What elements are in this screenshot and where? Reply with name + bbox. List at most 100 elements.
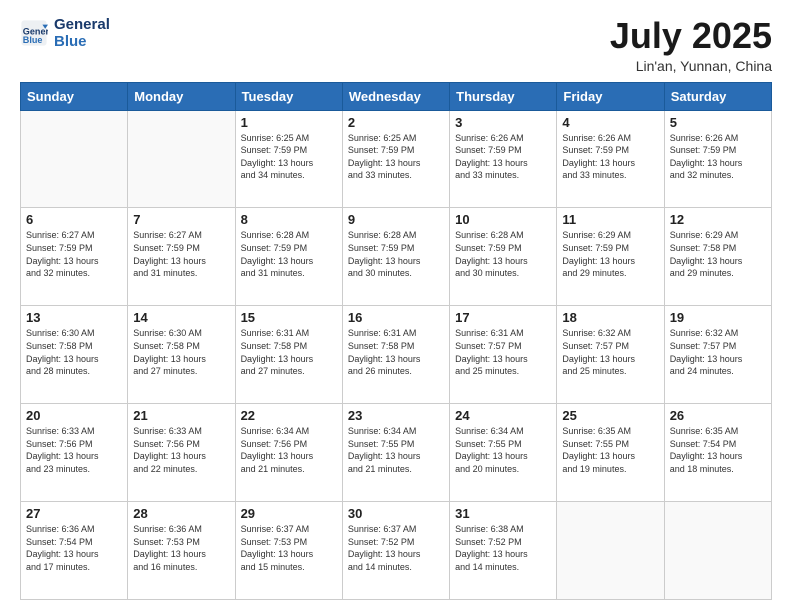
day-info: Sunrise: 6:34 AM Sunset: 7:55 PM Dayligh…	[348, 425, 444, 475]
title-block: July 2025 Lin'an, Yunnan, China	[610, 16, 772, 74]
header-friday: Friday	[557, 82, 664, 110]
day-cell: 21Sunrise: 6:33 AM Sunset: 7:56 PM Dayli…	[128, 404, 235, 502]
day-cell: 31Sunrise: 6:38 AM Sunset: 7:52 PM Dayli…	[450, 502, 557, 600]
location-subtitle: Lin'an, Yunnan, China	[610, 58, 772, 74]
day-number: 11	[562, 212, 658, 227]
day-number: 7	[133, 212, 229, 227]
day-info: Sunrise: 6:32 AM Sunset: 7:57 PM Dayligh…	[670, 327, 766, 377]
day-info: Sunrise: 6:33 AM Sunset: 7:56 PM Dayligh…	[133, 425, 229, 475]
day-info: Sunrise: 6:31 AM Sunset: 7:57 PM Dayligh…	[455, 327, 551, 377]
day-info: Sunrise: 6:32 AM Sunset: 7:57 PM Dayligh…	[562, 327, 658, 377]
day-info: Sunrise: 6:35 AM Sunset: 7:55 PM Dayligh…	[562, 425, 658, 475]
day-number: 16	[348, 310, 444, 325]
day-cell: 12 Sunrise: 6:29 AM Sunset: 7:58 PM Dayli…	[664, 208, 771, 306]
day-number: 15	[241, 310, 337, 325]
day-info: Sunrise: 6:37 AM Sunset: 7:52 PM Dayligh…	[348, 523, 444, 573]
day-info: Sunrise: 6:34 AM Sunset: 7:55 PM Dayligh…	[455, 425, 551, 475]
calendar-table: Sunday Monday Tuesday Wednesday Thursday…	[20, 82, 772, 600]
logo-text-blue: Blue	[54, 33, 110, 50]
day-cell: 11 Sunrise: 6:29 AM Sunset: 7:59 PM Dayli…	[557, 208, 664, 306]
day-number: 20	[26, 408, 122, 423]
day-number: 10	[455, 212, 551, 227]
day-cell: 29Sunrise: 6:37 AM Sunset: 7:53 PM Dayli…	[235, 502, 342, 600]
day-info: Sunrise: 6:27 AM Sunset: 7:59 PM Dayligh…	[133, 229, 229, 279]
weekday-header-row: Sunday Monday Tuesday Wednesday Thursday…	[21, 82, 772, 110]
day-number: 1	[241, 115, 337, 130]
day-number: 8	[241, 212, 337, 227]
day-cell: 22Sunrise: 6:34 AM Sunset: 7:56 PM Dayli…	[235, 404, 342, 502]
day-cell: 14Sunrise: 6:30 AM Sunset: 7:58 PM Dayli…	[128, 306, 235, 404]
day-number: 29	[241, 506, 337, 521]
day-number: 9	[348, 212, 444, 227]
day-number: 25	[562, 408, 658, 423]
day-info: Sunrise: 6:29 AM Sunset: 7:58 PM Dayligh…	[670, 229, 766, 279]
day-info: Sunrise: 6:28 AM Sunset: 7:59 PM Dayligh…	[348, 229, 444, 279]
day-cell	[21, 110, 128, 208]
day-info: Sunrise: 6:28 AM Sunset: 7:59 PM Dayligh…	[241, 229, 337, 279]
day-info: Sunrise: 6:26 AM Sunset: 7:59 PM Dayligh…	[670, 132, 766, 182]
day-cell: 3Sunrise: 6:26 AM Sunset: 7:59 PM Daylig…	[450, 110, 557, 208]
day-cell: 30 Sunrise: 6:37 AM Sunset: 7:52 PM Dayli…	[342, 502, 449, 600]
day-cell: 7 Sunrise: 6:27 AM Sunset: 7:59 PM Daylig…	[128, 208, 235, 306]
day-cell: 10 Sunrise: 6:28 AM Sunset: 7:59 PM Dayli…	[450, 208, 557, 306]
day-info: Sunrise: 6:31 AM Sunset: 7:58 PM Dayligh…	[348, 327, 444, 377]
day-cell: 13Sunrise: 6:30 AM Sunset: 7:58 PM Dayli…	[21, 306, 128, 404]
day-cell: 4 Sunrise: 6:26 AM Sunset: 7:59 PM Daylig…	[557, 110, 664, 208]
day-number: 3	[455, 115, 551, 130]
day-cell: 2Sunrise: 6:25 AM Sunset: 7:59 PM Daylig…	[342, 110, 449, 208]
day-cell: 19Sunrise: 6:32 AM Sunset: 7:57 PM Dayli…	[664, 306, 771, 404]
day-cell: 15 Sunrise: 6:31 AM Sunset: 7:58 PM Dayli…	[235, 306, 342, 404]
day-cell: 27 Sunrise: 6:36 AM Sunset: 7:54 PM Dayli…	[21, 502, 128, 600]
day-number: 2	[348, 115, 444, 130]
day-cell: 9 Sunrise: 6:28 AM Sunset: 7:59 PM Daylig…	[342, 208, 449, 306]
day-info: Sunrise: 6:36 AM Sunset: 7:53 PM Dayligh…	[133, 523, 229, 573]
day-info: Sunrise: 6:25 AM Sunset: 7:59 PM Dayligh…	[241, 132, 337, 182]
day-info: Sunrise: 6:38 AM Sunset: 7:52 PM Dayligh…	[455, 523, 551, 573]
day-number: 4	[562, 115, 658, 130]
day-cell: 23 Sunrise: 6:34 AM Sunset: 7:55 PM Dayli…	[342, 404, 449, 502]
day-info: Sunrise: 6:26 AM Sunset: 7:59 PM Dayligh…	[562, 132, 658, 182]
day-cell: 24 Sunrise: 6:34 AM Sunset: 7:55 PM Dayli…	[450, 404, 557, 502]
day-cell: 16 Sunrise: 6:31 AM Sunset: 7:58 PM Dayli…	[342, 306, 449, 404]
header-wednesday: Wednesday	[342, 82, 449, 110]
day-cell: 26Sunrise: 6:35 AM Sunset: 7:54 PM Dayli…	[664, 404, 771, 502]
day-cell: 6Sunrise: 6:27 AM Sunset: 7:59 PM Daylig…	[21, 208, 128, 306]
day-number: 28	[133, 506, 229, 521]
week-row-4: 20 Sunrise: 6:33 AM Sunset: 7:56 PM Dayli…	[21, 404, 772, 502]
day-info: Sunrise: 6:28 AM Sunset: 7:59 PM Dayligh…	[455, 229, 551, 279]
day-number: 23	[348, 408, 444, 423]
day-number: 5	[670, 115, 766, 130]
day-number: 24	[455, 408, 551, 423]
day-number: 26	[670, 408, 766, 423]
day-cell: 18 Sunrise: 6:32 AM Sunset: 7:57 PM Dayli…	[557, 306, 664, 404]
day-cell	[128, 110, 235, 208]
day-info: Sunrise: 6:30 AM Sunset: 7:58 PM Dayligh…	[133, 327, 229, 377]
header-sunday: Sunday	[21, 82, 128, 110]
day-number: 13	[26, 310, 122, 325]
day-info: Sunrise: 6:27 AM Sunset: 7:59 PM Dayligh…	[26, 229, 122, 279]
calendar-page: General Blue General Blue July 2025 Lin'…	[0, 0, 792, 612]
day-cell: 5 Sunrise: 6:26 AM Sunset: 7:59 PM Daylig…	[664, 110, 771, 208]
day-info: Sunrise: 6:34 AM Sunset: 7:56 PM Dayligh…	[241, 425, 337, 475]
header-monday: Monday	[128, 82, 235, 110]
header-saturday: Saturday	[664, 82, 771, 110]
day-cell: 20 Sunrise: 6:33 AM Sunset: 7:56 PM Dayli…	[21, 404, 128, 502]
logo: General Blue General Blue	[20, 16, 110, 51]
day-info: Sunrise: 6:31 AM Sunset: 7:58 PM Dayligh…	[241, 327, 337, 377]
day-number: 27	[26, 506, 122, 521]
svg-text:Blue: Blue	[23, 35, 43, 45]
week-row-5: 27 Sunrise: 6:36 AM Sunset: 7:54 PM Dayli…	[21, 502, 772, 600]
page-header: General Blue General Blue July 2025 Lin'…	[20, 16, 772, 74]
day-number: 18	[562, 310, 658, 325]
logo-icon: General Blue	[20, 19, 48, 47]
day-cell: 28 Sunrise: 6:36 AM Sunset: 7:53 PM Dayli…	[128, 502, 235, 600]
header-thursday: Thursday	[450, 82, 557, 110]
day-number: 12	[670, 212, 766, 227]
day-info: Sunrise: 6:36 AM Sunset: 7:54 PM Dayligh…	[26, 523, 122, 573]
day-info: Sunrise: 6:29 AM Sunset: 7:59 PM Dayligh…	[562, 229, 658, 279]
day-info: Sunrise: 6:33 AM Sunset: 7:56 PM Dayligh…	[26, 425, 122, 475]
day-cell: 25 Sunrise: 6:35 AM Sunset: 7:55 PM Dayli…	[557, 404, 664, 502]
week-row-2: 6Sunrise: 6:27 AM Sunset: 7:59 PM Daylig…	[21, 208, 772, 306]
week-row-1: 1 Sunrise: 6:25 AM Sunset: 7:59 PM Daylig…	[21, 110, 772, 208]
day-number: 30	[348, 506, 444, 521]
